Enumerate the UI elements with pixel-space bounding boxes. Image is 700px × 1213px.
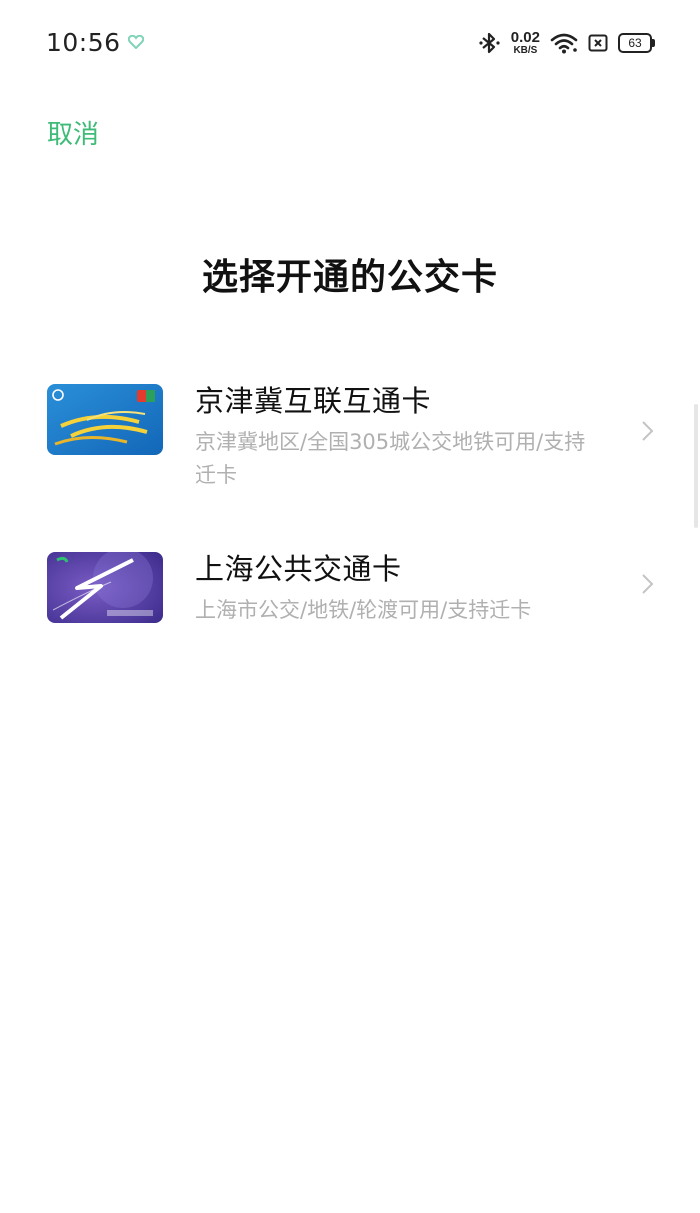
status-icons: 0.02 KB/S 63: [479, 28, 656, 58]
card-image-jingjinji: [47, 384, 163, 455]
card-description: 上海市公交/地铁/轮渡可用/支持迁卡: [195, 598, 532, 622]
card-image-shanghai: [47, 552, 163, 623]
chevron-right-icon: [642, 421, 654, 441]
sim-icon: [588, 34, 608, 52]
bluetooth-icon: [479, 32, 500, 54]
network-speed: 0.02 KB/S: [511, 30, 540, 56]
network-speed-unit: KB/S: [513, 45, 538, 56]
battery-icon: 63: [618, 33, 655, 53]
status-time: 10:56: [46, 28, 121, 57]
card-name: 上海公共交通卡: [195, 552, 402, 586]
chevron-right-icon: [642, 574, 654, 594]
wifi-icon: [550, 33, 578, 54]
heart-icon: [128, 35, 144, 49]
cancel-button[interactable]: 取消: [47, 114, 99, 151]
status-bar: 10:56 0.02 KB/S 63: [0, 0, 700, 88]
card-description: 京津冀地区/全国305城公交地铁可用/支持迁卡: [195, 430, 586, 487]
screen: 10:56 0.02 KB/S 63 取消 选择开通的公交卡 京津冀互联互通卡 …: [0, 0, 700, 1213]
network-speed-value: 0.02: [510, 29, 540, 46]
card-item-jingjinji[interactable]: 京津冀互联互通卡 京津冀地区/全国305城公交地铁可用/支持迁卡: [0, 372, 700, 496]
card-name: 京津冀互联互通卡: [195, 384, 432, 418]
page-title: 选择开通的公交卡: [201, 257, 498, 298]
scrollbar[interactable]: [694, 404, 698, 528]
card-item-shanghai[interactable]: 上海公共交通卡 上海市公交/地铁/轮渡可用/支持迁卡: [0, 540, 700, 636]
